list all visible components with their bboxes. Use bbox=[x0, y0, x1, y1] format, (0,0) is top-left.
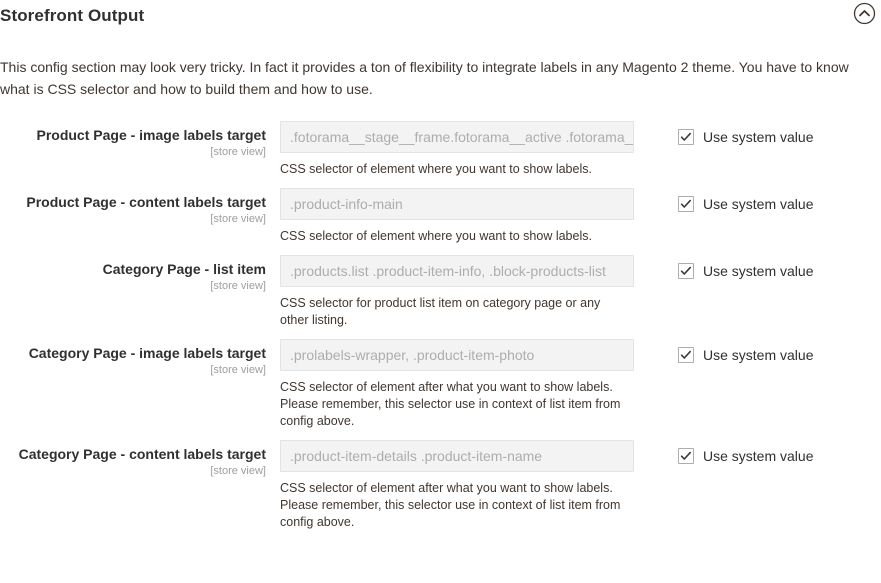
field-scope: [store view] bbox=[210, 280, 266, 292]
field-label: Category Page - list item bbox=[102, 261, 266, 277]
use-system-value-group: Use system value bbox=[640, 339, 881, 364]
field-scope: [store view] bbox=[210, 146, 266, 158]
category-list-item-input[interactable]: .products.list .product-item-info, .bloc… bbox=[280, 255, 634, 287]
field-note: CSS selector of element after what you w… bbox=[280, 481, 621, 529]
field-label: Category Page - content labels target bbox=[18, 446, 266, 462]
field-note: CSS selector of element where you want t… bbox=[280, 229, 592, 243]
field-row: Product Page - image labels target [stor… bbox=[0, 121, 881, 178]
use-system-value-label[interactable]: Use system value bbox=[703, 346, 813, 364]
use-system-value-group: Use system value bbox=[640, 440, 881, 465]
use-system-value-group: Use system value bbox=[640, 188, 881, 213]
field-label-group: Product Page - content labels target [st… bbox=[0, 188, 280, 227]
field-row: Category Page - content labels target [s… bbox=[0, 440, 881, 531]
field-scope: [store view] bbox=[210, 465, 266, 477]
product-image-labels-target-input[interactable]: .fotorama__stage__frame.fotorama__active… bbox=[280, 121, 634, 153]
field-note: CSS selector for product list item on ca… bbox=[280, 296, 601, 327]
use-system-value-group: Use system value bbox=[640, 121, 881, 146]
field-control-group: .fotorama__stage__frame.fotorama__active… bbox=[280, 121, 640, 178]
use-system-value-checkbox[interactable] bbox=[678, 196, 694, 212]
field-row: Category Page - list item [store view] .… bbox=[0, 255, 881, 329]
field-note: CSS selector of element where you want t… bbox=[280, 162, 592, 176]
field-note: CSS selector of element after what you w… bbox=[280, 380, 621, 428]
field-label: Category Page - image labels target bbox=[28, 345, 266, 361]
field-label: Product Page - image labels target bbox=[36, 127, 266, 143]
use-system-value-checkbox[interactable] bbox=[678, 448, 694, 464]
use-system-value-label[interactable]: Use system value bbox=[703, 447, 813, 465]
storefront-output-section: Storefront Output This config section ma… bbox=[0, 0, 881, 531]
field-label-group: Category Page - content labels target [s… bbox=[0, 440, 280, 479]
field-row: Product Page - content labels target [st… bbox=[0, 188, 881, 245]
use-system-value-group: Use system value bbox=[640, 255, 881, 280]
field-scope: [store view] bbox=[210, 213, 266, 225]
field-label-group: Category Page - image labels target [sto… bbox=[0, 339, 280, 378]
use-system-value-label[interactable]: Use system value bbox=[703, 195, 813, 213]
field-label-group: Product Page - image labels target [stor… bbox=[0, 121, 280, 160]
use-system-value-checkbox[interactable] bbox=[678, 129, 694, 145]
category-content-labels-target-input[interactable]: .product-item-details .product-item-name bbox=[280, 440, 634, 472]
field-control-group: .prolabels-wrapper, .product-item-photo … bbox=[280, 339, 640, 430]
use-system-value-label[interactable]: Use system value bbox=[703, 262, 813, 280]
use-system-value-label[interactable]: Use system value bbox=[703, 128, 813, 146]
settings-fieldset: Product Page - image labels target [stor… bbox=[0, 121, 881, 531]
field-control-group: .products.list .product-item-info, .bloc… bbox=[280, 255, 640, 329]
use-system-value-checkbox[interactable] bbox=[678, 347, 694, 363]
product-content-labels-target-input[interactable]: .product-info-main bbox=[280, 188, 634, 220]
field-scope: [store view] bbox=[210, 364, 266, 376]
category-image-labels-target-input[interactable]: .prolabels-wrapper, .product-item-photo bbox=[280, 339, 634, 371]
field-label-group: Category Page - list item [store view] bbox=[0, 255, 280, 294]
field-control-group: .product-item-details .product-item-name… bbox=[280, 440, 640, 531]
use-system-value-checkbox[interactable] bbox=[678, 263, 694, 279]
field-row: Category Page - image labels target [sto… bbox=[0, 339, 881, 430]
chevron-up-circle-icon[interactable] bbox=[853, 2, 876, 25]
field-label: Product Page - content labels target bbox=[26, 194, 266, 210]
page-title: Storefront Output bbox=[0, 6, 145, 25]
section-header: Storefront Output bbox=[0, 0, 881, 30]
section-intro-text: This config section may look very tricky… bbox=[0, 59, 849, 97]
field-control-group: .product-info-main CSS selector of eleme… bbox=[280, 188, 640, 245]
